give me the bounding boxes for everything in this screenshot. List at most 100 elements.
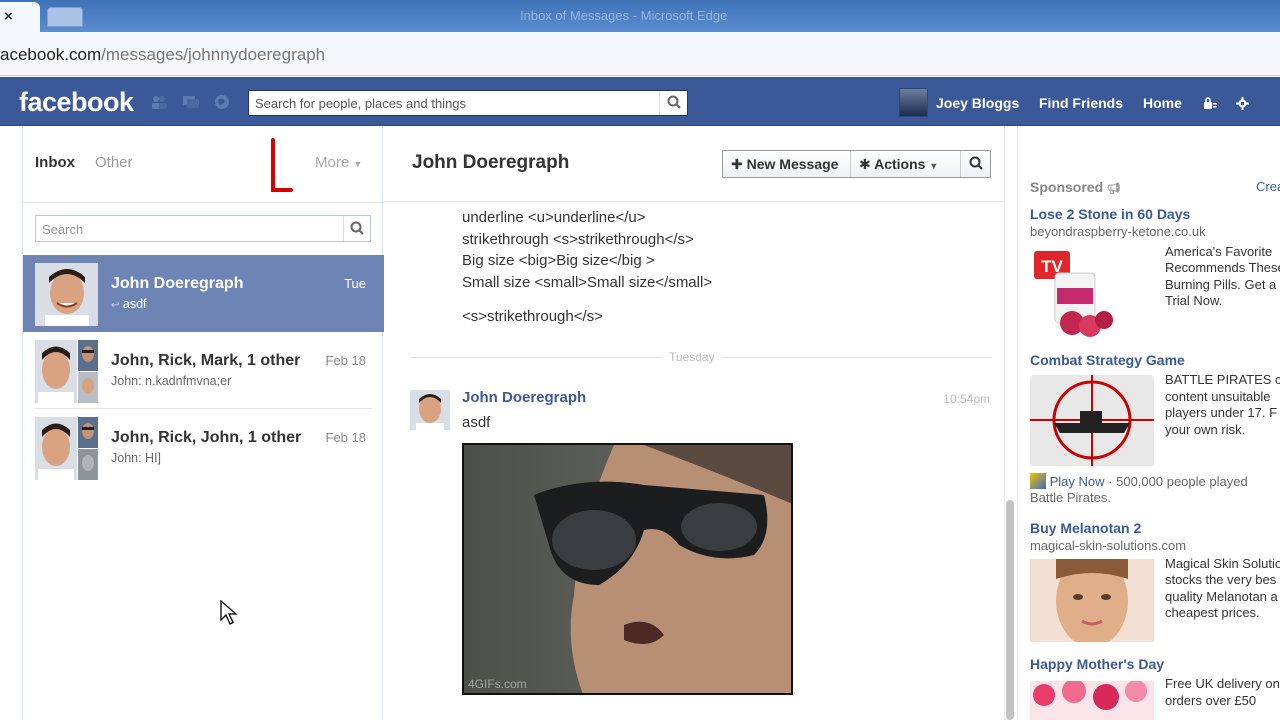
message-line: <s>strikethrough</s> xyxy=(462,308,603,325)
friend-requests-icon[interactable] xyxy=(150,94,168,110)
ad-body-line: Burning Pills. Get a xyxy=(1165,277,1277,292)
settings-gear-icon[interactable] xyxy=(1236,97,1249,110)
ad-domain: beyondraspberry-ketone.co.uk xyxy=(1030,224,1206,239)
top-search-input[interactable]: Search for people, places and things xyxy=(248,90,688,116)
ad-body-line: Magical Skin Solutio xyxy=(1165,556,1280,571)
conversation-toolbar: ✚ New Message ✱ Actions ▼ xyxy=(722,150,991,178)
message-timestamp: 10:54pm xyxy=(943,392,990,406)
conversation-title: John Doeregraph xyxy=(412,152,570,173)
ad-title-link[interactable]: Happy Mother's Day xyxy=(1030,656,1164,672)
thread-snippet-text: asdf xyxy=(122,297,147,311)
search-icon xyxy=(969,156,983,170)
find-friends-link[interactable]: Find Friends xyxy=(1039,95,1123,111)
top-search-button[interactable] xyxy=(659,91,687,115)
chevron-down-icon: ▼ xyxy=(353,159,363,169)
ads-column: Sponsored 📢︎ Crea Lose 2 Stone in 60 Day… xyxy=(1017,126,1280,720)
tab-more-label: More xyxy=(315,154,350,171)
thread-name: John, Rick, Mark, 1 other xyxy=(111,352,301,369)
thread-date: Feb 18 xyxy=(325,430,366,445)
gif-attachment[interactable]: 4GIFs.com xyxy=(462,443,793,695)
sender-name-link[interactable]: John Doeregraph xyxy=(462,389,586,406)
top-search-placeholder: Search for people, places and things xyxy=(255,96,467,111)
play-now-link[interactable]: Play Now xyxy=(1050,474,1105,489)
address-bar[interactable]: acebook.com/messages/johnnydoeregraph xyxy=(0,32,1280,76)
browser-tab-active[interactable]: × xyxy=(0,2,40,32)
user-name-link[interactable]: Joey Bloggs xyxy=(936,95,1019,111)
tab-inbox[interactable]: Inbox xyxy=(35,154,75,171)
actions-label: Actions xyxy=(874,156,926,172)
conversation-panel: John Doeregraph ✚ New Message ✱ Actions … xyxy=(384,126,1016,720)
thread-name: John Doeregraph xyxy=(111,275,244,292)
create-ad-link[interactable]: Crea xyxy=(1256,179,1280,194)
tab-close-icon[interactable]: × xyxy=(4,8,13,25)
megaphone-icon: 📢︎ xyxy=(1107,183,1121,195)
message-text: asdf xyxy=(462,414,491,431)
facebook-logo[interactable]: facebook xyxy=(19,87,134,118)
user-avatar[interactable] xyxy=(899,88,928,117)
ad-body-line: cheapest prices. xyxy=(1165,605,1260,620)
scrollbar-thumb[interactable] xyxy=(1006,500,1014,720)
thread-date: Feb 18 xyxy=(325,353,366,368)
thread-search-placeholder: Search xyxy=(42,222,84,237)
chevron-down-icon: ▼ xyxy=(929,161,939,171)
thread-snippet: John: n.kadnfmvna;er xyxy=(111,374,232,388)
ad-domain: magical-skin-solutions.com xyxy=(1030,538,1187,553)
messages-icon[interactable] xyxy=(182,94,200,110)
ad-title-link[interactable]: Combat Strategy Game xyxy=(1030,352,1185,368)
thread-search-button[interactable] xyxy=(343,216,370,241)
ad-title-link[interactable]: Lose 2 Stone in 60 Days xyxy=(1030,206,1190,222)
new-message-label: New Message xyxy=(746,156,839,172)
app-icon xyxy=(1030,473,1046,489)
url-text[interactable]: acebook.com/messages/johnnydoeregraph xyxy=(0,45,325,65)
search-icon xyxy=(667,95,681,109)
ad-body-line: BATTLE PIRATES co xyxy=(1165,372,1280,387)
url-host: acebook.com xyxy=(0,45,102,64)
ad-image[interactable]: TV xyxy=(1030,248,1154,338)
ad-social-text-2: Battle Pirates. xyxy=(1030,490,1111,505)
conversation-search-button[interactable] xyxy=(961,151,991,177)
thread-snippet: John: HI] xyxy=(111,451,162,465)
ad-body-line: your own risk. xyxy=(1165,422,1246,437)
ad-body-line: content unsuitable xyxy=(1165,389,1271,404)
ad-image[interactable] xyxy=(1030,559,1154,642)
thread-item[interactable]: John, Rick, Mark, 1 other Feb 18 John: n… xyxy=(23,332,384,409)
search-icon xyxy=(350,221,364,235)
thread-avatar-group xyxy=(35,417,98,480)
plus-icon: ✚ xyxy=(731,156,743,172)
thread-date: Tue xyxy=(344,276,366,291)
facebook-top-bar: facebook Search for people, places and t… xyxy=(0,77,1280,126)
message-line: underline <u>underline</u> xyxy=(462,209,646,226)
message-line: Big size <big>Big size</big > xyxy=(462,252,655,269)
window-title: Inbox of Messages - Microsoft Edge xyxy=(520,8,728,23)
ad-body-line: Free UK delivery on xyxy=(1165,676,1280,691)
browser-tab-strip: × Inbox of Messages - Microsoft Edge xyxy=(0,0,1280,32)
reply-arrow-icon: ↩ xyxy=(111,300,120,311)
ad-social-text: · 500,000 people played xyxy=(1108,474,1248,489)
ad-title-link[interactable]: Buy Melanotan 2 xyxy=(1030,520,1141,536)
red-l-annotation-mark xyxy=(271,138,293,192)
new-tab-button[interactable] xyxy=(47,7,83,27)
ad-body-line: stocks the very bes xyxy=(1165,572,1277,587)
ad-image[interactable] xyxy=(1030,681,1154,720)
gif-image xyxy=(464,445,791,693)
notifications-globe-icon[interactable] xyxy=(213,94,231,110)
message-line: strikethrough <s>strikethrough</s> xyxy=(462,231,694,248)
ad-play-row: Play Now · 500,000 people played xyxy=(1030,473,1248,489)
actions-dropdown-button[interactable]: ✱ Actions ▼ xyxy=(851,151,961,177)
tab-more[interactable]: More ▼ xyxy=(315,154,362,171)
thread-name: John, Rick, John, 1 other xyxy=(111,429,302,446)
thread-search-input[interactable]: Search xyxy=(35,215,371,242)
ad-body-line: orders over £50 xyxy=(1165,693,1257,708)
gif-watermark: 4GIFs.com xyxy=(468,677,527,691)
home-link[interactable]: Home xyxy=(1143,95,1182,111)
sender-avatar[interactable] xyxy=(410,390,450,430)
thread-item[interactable]: John Doeregraph Tue ↩ asdf xyxy=(23,255,384,332)
ad-image[interactable] xyxy=(1030,375,1154,466)
new-message-button[interactable]: ✚ New Message xyxy=(723,151,851,177)
thread-item[interactable]: John, Rick, John, 1 other Feb 18 John: H… xyxy=(23,409,384,486)
ad-body-line: Trial Now. xyxy=(1165,293,1223,308)
ad-body-line: quality Melanotan a xyxy=(1165,589,1278,604)
tab-other[interactable]: Other xyxy=(95,154,133,171)
privacy-shortcuts-icon[interactable] xyxy=(1203,97,1218,110)
ad-body-line: America's Favorite xyxy=(1165,244,1273,259)
